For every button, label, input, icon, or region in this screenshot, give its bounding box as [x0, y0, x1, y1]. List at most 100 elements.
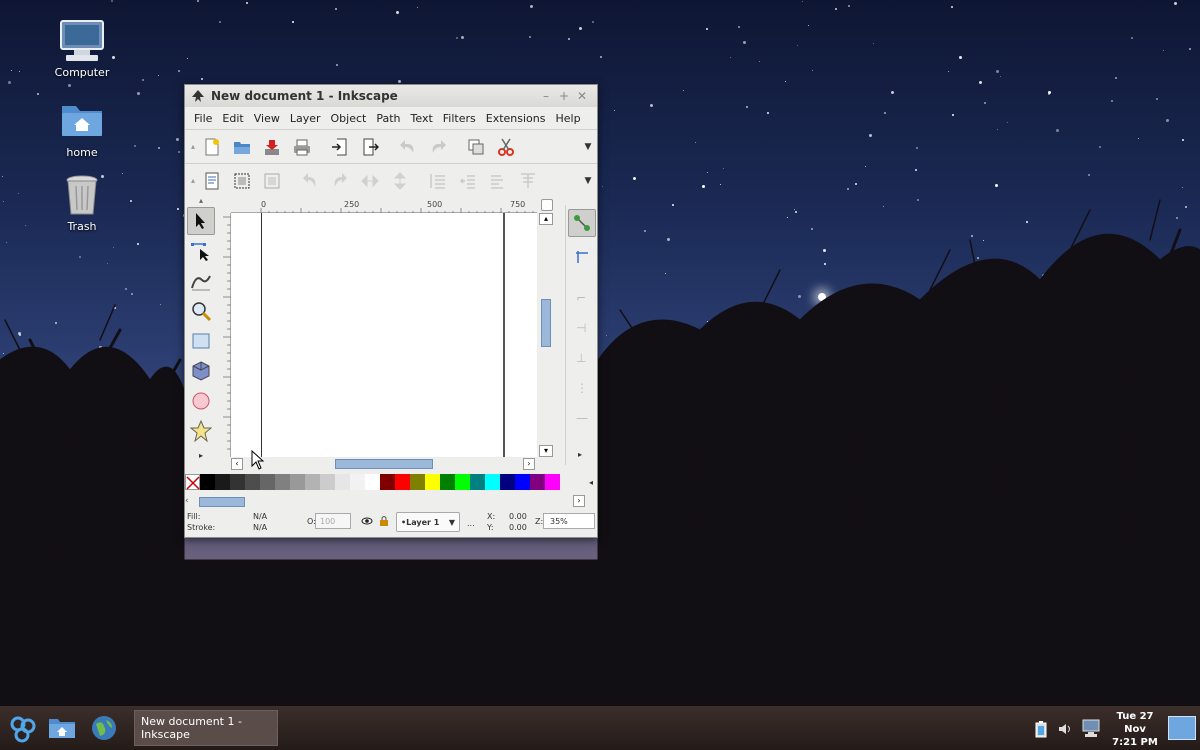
cut-button[interactable] — [491, 134, 521, 160]
star-tool[interactable] — [187, 417, 215, 445]
new-document-button[interactable] — [197, 134, 227, 160]
deselect-button[interactable] — [257, 168, 287, 194]
color-swatch[interactable] — [245, 474, 260, 490]
menu-filters[interactable]: Filters — [438, 112, 481, 125]
page-area[interactable] — [261, 213, 505, 457]
undo-button[interactable] — [393, 134, 423, 160]
color-swatch[interactable] — [500, 474, 515, 490]
menu-layer[interactable]: Layer — [285, 112, 326, 125]
volume-icon[interactable] — [1058, 722, 1072, 736]
color-swatch[interactable] — [200, 474, 215, 490]
stroke-value[interactable]: N/A — [253, 523, 267, 532]
color-swatch[interactable] — [230, 474, 245, 490]
minimize-button[interactable]: – — [537, 89, 555, 103]
file-manager-icon[interactable] — [48, 716, 76, 740]
toolbox-scroll-up[interactable]: ▴ — [185, 197, 217, 205]
flip-horizontal-button[interactable] — [355, 168, 385, 194]
color-swatch[interactable] — [440, 474, 455, 490]
menu-extensions[interactable]: Extensions — [481, 112, 551, 125]
raise-to-top-button[interactable] — [423, 168, 453, 194]
palette-menu-button[interactable]: ◂ — [589, 478, 597, 487]
color-swatch[interactable] — [470, 474, 485, 490]
fill-value[interactable]: N/A — [253, 512, 267, 521]
print-button[interactable] — [287, 134, 317, 160]
color-swatch[interactable] — [260, 474, 275, 490]
drawing-canvas[interactable] — [231, 213, 537, 457]
window-titlebar[interactable]: New document 1 - Inkscape – + ✕ — [185, 85, 597, 107]
color-swatch[interactable] — [320, 474, 335, 490]
zoom-field[interactable]: 35% — [543, 513, 595, 529]
rotate-ccw-button[interactable] — [295, 168, 325, 194]
horizontal-scrollbar[interactable]: ‹ › — [231, 458, 535, 470]
save-button[interactable] — [257, 134, 287, 160]
scroll-down-arrow[interactable]: ▾ — [539, 445, 553, 457]
color-swatch[interactable] — [545, 474, 560, 490]
palette-scroll-right[interactable]: › — [573, 495, 585, 507]
palette-scrollbar[interactable]: ‹ › — [185, 495, 597, 509]
open-button[interactable] — [227, 134, 257, 160]
selector-tool[interactable] — [187, 207, 215, 235]
menu-path[interactable]: Path — [371, 112, 405, 125]
zoom-tool[interactable] — [187, 297, 215, 325]
palette-scroll-thumb[interactable] — [199, 497, 245, 507]
scroll-left-arrow[interactable]: ‹ — [231, 458, 243, 470]
horizontal-scroll-thumb[interactable] — [335, 459, 433, 469]
color-swatch[interactable] — [365, 474, 380, 490]
opacity-spinner[interactable]: 100 — [315, 513, 351, 529]
menu-object[interactable]: Object — [326, 112, 372, 125]
export-button[interactable] — [355, 134, 385, 160]
layer-dropdown[interactable]: •Layer 1 ▼ — [396, 512, 460, 532]
desktop-icon-computer[interactable]: Computer — [42, 18, 122, 79]
node-tool[interactable] — [187, 237, 215, 265]
network-icon[interactable] — [1080, 718, 1102, 738]
clock[interactable]: Tue 27 Nov 7:21 PM — [1104, 710, 1166, 749]
lower-to-bottom-button[interactable] — [513, 168, 543, 194]
color-swatch[interactable] — [485, 474, 500, 490]
color-swatch[interactable] — [215, 474, 230, 490]
import-button[interactable] — [325, 134, 355, 160]
scroll-right-arrow[interactable]: › — [523, 458, 535, 470]
menu-help[interactable]: Help — [550, 112, 585, 125]
vertical-scroll-thumb[interactable] — [541, 299, 551, 347]
visibility-eye-icon[interactable] — [361, 516, 373, 526]
flip-vertical-button[interactable] — [385, 168, 415, 194]
ellipse-tool[interactable] — [187, 387, 215, 415]
close-button[interactable]: ✕ — [573, 89, 591, 103]
no-paint-swatch[interactable] — [185, 474, 200, 490]
duplicate-button[interactable] — [461, 134, 491, 160]
scroll-up-arrow[interactable]: ▴ — [539, 213, 553, 225]
maximize-button[interactable]: + — [555, 89, 573, 103]
rotate-cw-button[interactable] — [325, 168, 355, 194]
color-swatch[interactable] — [455, 474, 470, 490]
toolbar-overflow-button[interactable]: ▼ — [579, 176, 597, 186]
vertical-ruler[interactable] — [219, 213, 231, 457]
snap-toggle-button[interactable] — [568, 209, 596, 237]
color-swatch[interactable] — [410, 474, 425, 490]
select-all-button[interactable] — [197, 168, 227, 194]
web-browser-icon[interactable] — [90, 714, 118, 742]
toolbar-overflow-button[interactable]: ▼ — [579, 142, 597, 152]
raise-button[interactable] — [453, 168, 483, 194]
vertical-scrollbar[interactable]: ▴ ▾ — [539, 213, 553, 457]
snap-bbox-button[interactable] — [574, 249, 597, 269]
zoom-corner-button[interactable] — [541, 199, 553, 211]
color-swatch[interactable] — [290, 474, 305, 490]
lock-icon[interactable] — [379, 515, 389, 526]
horizontal-ruler[interactable]: 0 250 500 750 — [231, 199, 537, 213]
show-desktop-button[interactable] — [1168, 716, 1196, 740]
desktop-icon-home[interactable]: home — [42, 98, 122, 159]
menu-edit[interactable]: Edit — [217, 112, 248, 125]
color-swatch[interactable] — [305, 474, 320, 490]
start-menu-icon[interactable] — [8, 714, 38, 744]
desktop-icon-trash[interactable]: Trash — [42, 172, 122, 233]
color-swatch[interactable] — [395, 474, 410, 490]
palette-scroll-left[interactable]: ‹ — [185, 496, 189, 506]
color-swatch[interactable] — [425, 474, 440, 490]
tweak-tool[interactable] — [187, 267, 215, 295]
color-swatch[interactable] — [335, 474, 350, 490]
color-swatch[interactable] — [530, 474, 545, 490]
menu-file[interactable]: File — [189, 112, 217, 125]
rectangle-tool[interactable] — [187, 327, 215, 355]
redo-button[interactable] — [423, 134, 453, 160]
3d-box-tool[interactable] — [187, 357, 215, 385]
